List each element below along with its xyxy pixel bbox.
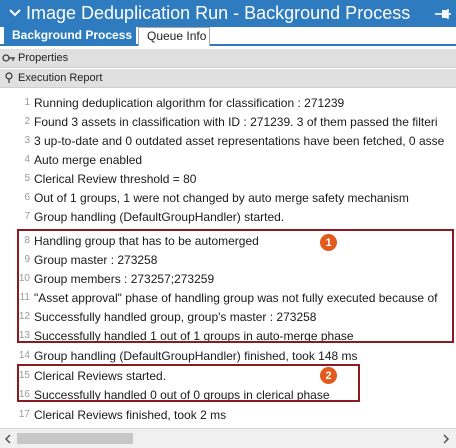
window-titlebar: Image Deduplication Run - Background Pro… — [0, 0, 456, 27]
pin-icon[interactable] — [430, 8, 456, 20]
log-line: 14 Group handling (DefaultGroupHandler) f… — [0, 346, 456, 365]
log-line: 4 Auto merge enabled — [0, 150, 456, 169]
line-number: 1 — [24, 97, 30, 108]
highlight-box-clerical — [17, 364, 360, 402]
log-line: 6 Out of 1 groups, 1 were not changed by … — [0, 188, 456, 207]
execution-report-label: Execution Report — [18, 72, 103, 84]
log-text: Group handling (DefaultGroupHandler) sta… — [34, 209, 285, 224]
properties-section-header[interactable]: Properties — [0, 49, 456, 68]
execution-report-section-header[interactable]: Execution Report — [0, 69, 456, 88]
horizontal-scrollbar[interactable] — [0, 428, 456, 448]
window-title: Image Deduplication Run - Background Pro… — [26, 3, 411, 23]
log-text: 3 up-to-date and 0 outdated asset repres… — [34, 133, 445, 148]
annotation-badge-2: 2 — [320, 367, 337, 384]
scroll-right-icon[interactable] — [440, 433, 452, 445]
log-text: Clerical Review threshold = 80 — [34, 171, 197, 186]
line-number: 6 — [24, 192, 30, 203]
line-number: 17 — [18, 409, 30, 420]
log-line: 3 3 up-to-date and 0 outdated asset repre… — [0, 131, 456, 150]
line-number: 7 — [24, 211, 30, 222]
tab-bar: Background Process Queue Info — [0, 27, 456, 46]
properties-label: Properties — [18, 52, 69, 64]
log-line: 17 Clerical Reviews finished, took 2 ms — [0, 405, 456, 424]
log-text: Out of 1 groups, 1 were not changed by a… — [34, 190, 409, 205]
scrollbar-thumb[interactable] — [17, 433, 133, 444]
log-text: Running deduplication algorithm for clas… — [34, 95, 345, 110]
log-text: Auto merge enabled — [34, 152, 143, 167]
key-icon — [0, 53, 18, 63]
tab-queue-info[interactable]: Queue Info — [138, 27, 210, 46]
log-text: Group handling (DefaultGroupHandler) fin… — [34, 348, 358, 363]
line-number: 5 — [24, 173, 30, 184]
scroll-left-icon[interactable] — [2, 433, 14, 445]
line-number: 3 — [24, 135, 30, 146]
log-line: 5 Clerical Review threshold = 80 — [0, 169, 456, 188]
line-number: 2 — [24, 116, 30, 127]
log-line: 2 Found 3 assets in classification with I… — [0, 112, 456, 131]
chevron-down-icon[interactable] — [4, 6, 26, 21]
line-number: 4 — [24, 154, 30, 165]
log-text: Clerical Reviews finished, took 2 ms — [34, 407, 227, 422]
log-line: 1 Running deduplication algorithm for cla… — [0, 93, 456, 112]
log-text: Found 3 assets in classification with ID… — [34, 114, 438, 129]
pin-marker-icon — [0, 72, 18, 84]
line-number: 14 — [18, 350, 30, 361]
highlight-box-automerge — [17, 229, 454, 343]
tab-background-process[interactable]: Background Process — [4, 27, 136, 46]
annotation-badge-1: 1 — [320, 234, 337, 251]
log-line: 7 Group handling (DefaultGroupHandler) st… — [0, 207, 456, 226]
